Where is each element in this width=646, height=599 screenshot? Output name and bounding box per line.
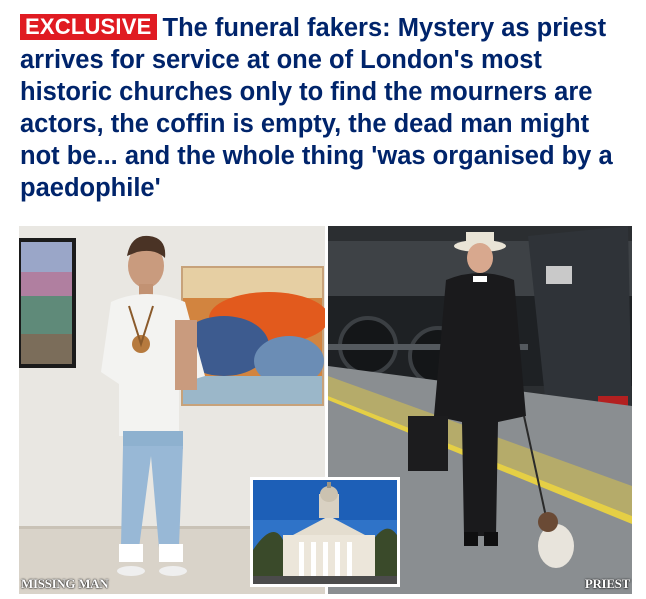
article-headline[interactable]: EXCLUSIVE The funeral fakers: Mystery as … [20,12,635,204]
church-inset-photo[interactable] [250,477,400,587]
photo-collage: MISSING MAN PRIEST [19,226,632,594]
church-image [253,480,397,584]
missing-man-caption: MISSING MAN [21,576,109,591]
priest-caption: PRIEST [584,576,630,591]
headline-text: The funeral fakers: Mystery as priest ar… [20,14,613,202]
exclusive-badge: EXCLUSIVE [20,14,157,40]
